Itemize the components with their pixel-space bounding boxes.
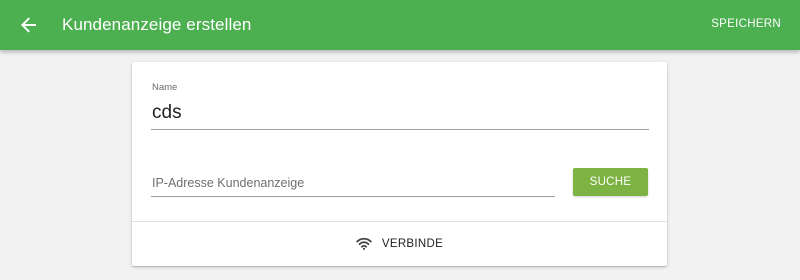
connect-button-content: VERBINDE [356, 237, 444, 250]
ip-address-field[interactable] [151, 170, 555, 197]
save-button[interactable]: SPEICHERN [711, 18, 781, 30]
page-title: Kundenanzeige erstellen [62, 15, 252, 34]
back-button[interactable] [14, 10, 44, 40]
name-field-label: Name [152, 82, 178, 93]
search-button[interactable]: SUCHE [573, 168, 648, 196]
form-card: Name SUCHE VERBINDE [132, 62, 667, 266]
app-bar: Kundenanzeige erstellen SPEICHERN [0, 0, 800, 50]
connect-button-label: VERBINDE [381, 238, 444, 250]
wifi-icon [356, 237, 372, 250]
name-field[interactable] [151, 96, 649, 130]
arrow-left-icon [21, 17, 36, 33]
connect-button[interactable]: VERBINDE [132, 222, 667, 266]
